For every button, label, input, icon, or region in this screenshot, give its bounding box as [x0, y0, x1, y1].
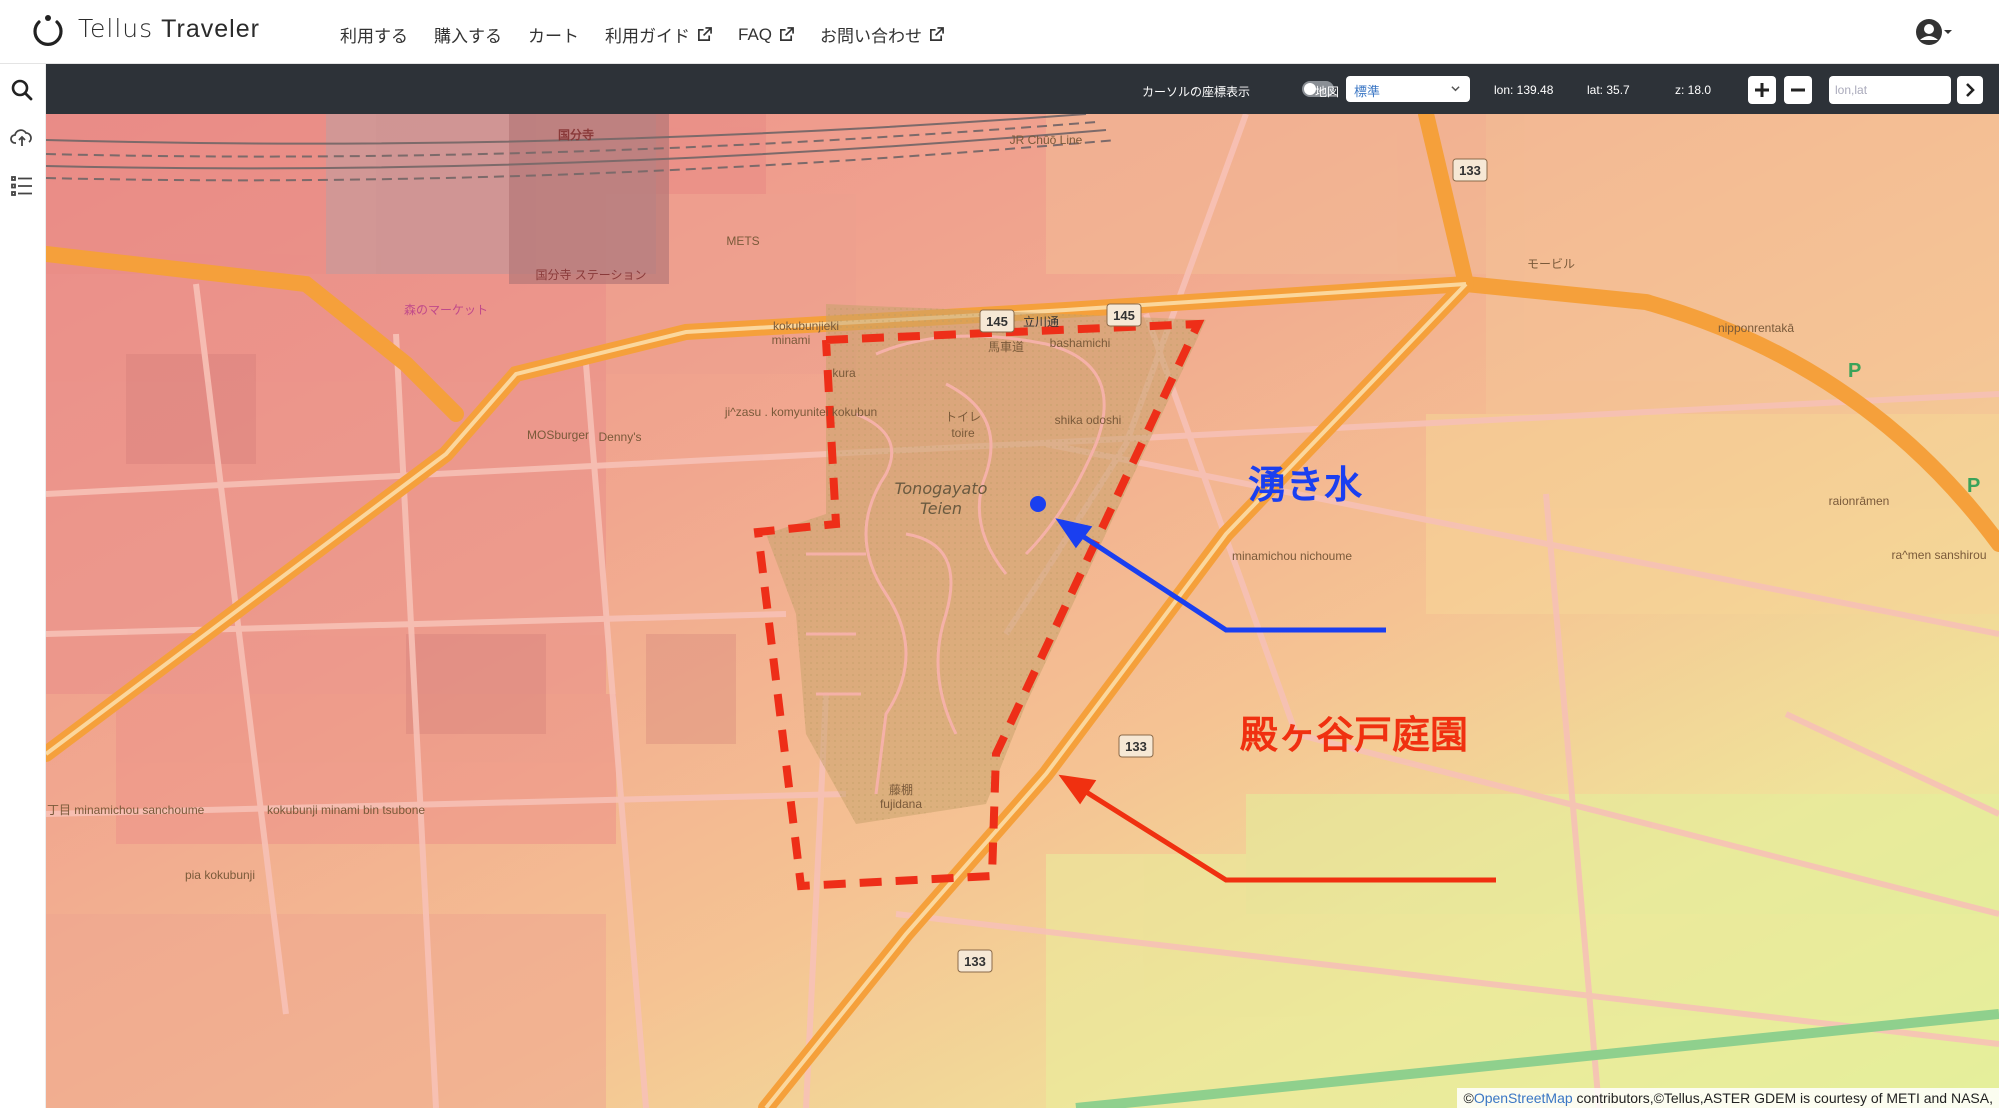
- place-label: METS: [726, 234, 759, 248]
- user-circle-icon: [1916, 19, 1942, 45]
- cursor-coord-label: カーソルの座標表示: [1142, 85, 1251, 99]
- chevron-right-icon: [1966, 83, 1975, 97]
- caret-down-icon: [1944, 30, 1952, 34]
- top-header: Tellus Traveler 利用する 購入する カート 利用ガイド FAQ お…: [0, 0, 1999, 64]
- nav-contact[interactable]: お問い合わせ: [820, 22, 944, 47]
- place-label: fujidana: [880, 797, 922, 811]
- left-sidebar: [0, 64, 46, 1108]
- map-style-select[interactable]: 標準: [1346, 76, 1470, 102]
- heatmap-layer: P P 133 133 133 145 145 Tonogayato Teien…: [46, 114, 1999, 1108]
- search-icon[interactable]: [10, 78, 34, 102]
- go-button[interactable]: [1957, 76, 1983, 104]
- garden-annotation: 殿ヶ谷戸庭園: [1240, 713, 1469, 757]
- tellus-logo-icon[interactable]: [30, 12, 66, 48]
- map-canvas[interactable]: P P 133 133 133 145 145 Tonogayato Teien…: [46, 114, 1999, 1108]
- place-label: 国分寺 ステーション: [535, 268, 646, 282]
- road-label: 133: [1125, 739, 1147, 754]
- lon-readout: lon: 139.48: [1494, 83, 1554, 97]
- map-label: 地図: [1315, 85, 1340, 99]
- place-label: 立川通: [1023, 314, 1059, 329]
- place-label: 馬車道: [988, 340, 1024, 354]
- road-label: 145: [986, 314, 1008, 329]
- place-label: 国分寺: [558, 127, 594, 142]
- place-label: minami: [772, 333, 811, 347]
- nav-cart[interactable]: カート: [528, 22, 579, 47]
- place-label: ji^zasu . komyunitei kokubun: [724, 405, 877, 419]
- place-label: minamichou nichoume: [1232, 549, 1352, 563]
- place-label: 南町三 丁目 minamichou sanchoume: [46, 802, 205, 817]
- parking-label: P: [1848, 360, 1861, 382]
- map-style-value: 標準: [1354, 84, 1381, 99]
- nav-faq[interactable]: FAQ: [738, 22, 794, 47]
- zoom-in-button[interactable]: [1748, 76, 1776, 104]
- list-icon[interactable]: [10, 174, 34, 198]
- place-label: 森のマーケット: [404, 302, 488, 317]
- place-label: toire: [951, 426, 975, 440]
- place-label: raionrāmen: [1829, 494, 1890, 508]
- place-label: モービル: [1527, 257, 1575, 271]
- cloud-upload-icon[interactable]: [10, 126, 34, 150]
- nav-guide[interactable]: 利用ガイド: [605, 22, 712, 47]
- parking-label: P: [1967, 475, 1980, 497]
- account-menu[interactable]: [1915, 18, 1953, 46]
- zoom-readout: z: 18.0: [1675, 83, 1712, 97]
- place-label: bashamichi: [1050, 336, 1111, 350]
- place-label: kura: [832, 366, 856, 380]
- nav-use[interactable]: 利用する: [340, 22, 408, 47]
- chevron-down-icon: [1451, 86, 1460, 92]
- place-label: 藤棚: [889, 782, 913, 797]
- park-name-line2: Teien: [920, 499, 962, 518]
- park-name-line1: Tonogayato: [895, 479, 988, 498]
- map-toolbar: カーソルの座標表示 地図 標準 lon: 139.48 lat: 35.7 z:…: [46, 64, 1999, 114]
- nav-purchase[interactable]: 購入する: [434, 22, 502, 47]
- plus-icon: [1755, 83, 1769, 97]
- map-attribution: ©OpenStreetMap contributors,©Tellus,ASTE…: [1457, 1088, 1999, 1108]
- external-link-icon: [780, 27, 794, 41]
- place-label: nipponrentakā: [1718, 321, 1794, 335]
- main-nav: 利用する 購入する カート 利用ガイド FAQ お問い合わせ: [340, 22, 970, 47]
- road-label: 133: [964, 954, 986, 969]
- brand-part2: Traveler: [161, 15, 260, 43]
- place-label: トイレ: [945, 410, 981, 424]
- road-label: 145: [1113, 308, 1135, 323]
- zoom-out-button[interactable]: [1784, 76, 1812, 104]
- place-label: JR Chūō Line: [1010, 133, 1083, 147]
- minus-icon: [1791, 88, 1805, 92]
- osm-link[interactable]: OpenStreetMap: [1474, 1090, 1573, 1106]
- coordinate-input[interactable]: [1829, 76, 1951, 104]
- place-label: kokubunjieki: [773, 319, 839, 333]
- brand-part1: Tellus: [78, 14, 154, 43]
- place-label: MOSburger: [527, 428, 589, 442]
- place-label: shika odoshi: [1055, 413, 1122, 427]
- road-label: 133: [1459, 163, 1481, 178]
- brand-name[interactable]: Tellus Traveler: [78, 14, 260, 44]
- place-label: Denny's: [599, 430, 642, 444]
- place-label: ra^men sanshirou: [1891, 548, 1986, 562]
- place-label: pia kokubunji: [185, 868, 255, 882]
- external-link-icon: [698, 27, 712, 41]
- external-link-icon: [930, 27, 944, 41]
- place-label: kokubunji minami bin tsubone: [267, 803, 425, 817]
- lat-readout: lat: 35.7: [1587, 83, 1630, 97]
- spring-annotation: 湧き水: [1248, 463, 1363, 507]
